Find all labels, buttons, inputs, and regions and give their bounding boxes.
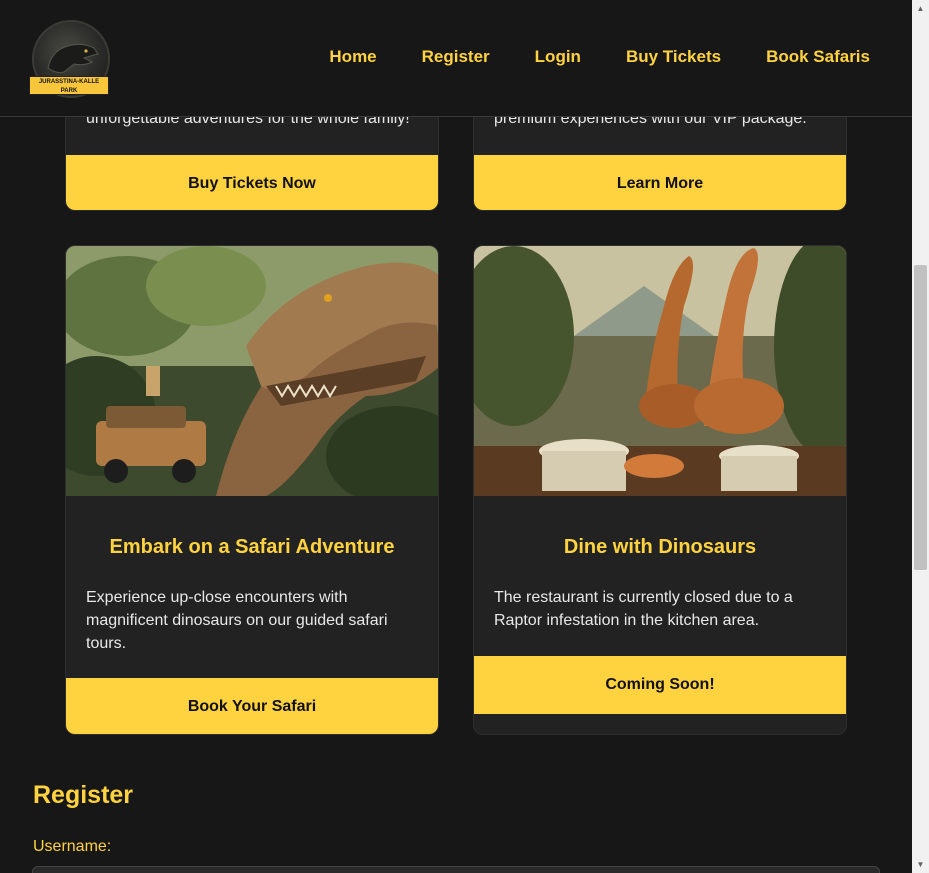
safari-image	[66, 246, 438, 496]
register-section-title: Register	[33, 781, 134, 809]
park-logo[interactable]: JURASSTINA-KALLE PARK	[29, 20, 110, 98]
scroll-up-arrow-icon[interactable]: ▲	[912, 0, 929, 17]
safari-card: Embark on a Safari Adventure Experience …	[65, 245, 439, 735]
card-description: Experience up-close encounters with magn…	[86, 589, 388, 652]
dining-card: Dine with Dinosaurs The restaurant is cu…	[473, 245, 847, 735]
page-scrollbar[interactable]: ▲ ▼	[912, 0, 929, 873]
card-title: Embark on a Safari Adventure	[109, 536, 395, 558]
scrollbar-thumb[interactable]	[914, 265, 927, 570]
card-title: Dine with Dinosaurs	[563, 536, 757, 558]
learn-more-button[interactable]: Learn More	[474, 155, 846, 210]
nav-book-safaris[interactable]: Book Safaris	[766, 47, 870, 67]
book-your-safari-button[interactable]: Book Your Safari	[66, 678, 438, 734]
logo-banner: JURASSTINA-KALLE PARK	[29, 76, 109, 95]
card-description: The restaurant is currently closed due t…	[494, 589, 793, 629]
main-nav: Home Register Login Buy Tickets Book Saf…	[284, 47, 870, 67]
nav-login[interactable]: Login	[535, 47, 581, 67]
nav-register[interactable]: Register	[422, 47, 490, 67]
site-header: JURASSTINA-KALLE PARK Home Register Logi…	[0, 0, 912, 117]
nav-home[interactable]: Home	[329, 47, 376, 67]
page: JURASSTINA-KALLE PARK Home Register Logi…	[0, 0, 912, 873]
buy-tickets-now-button[interactable]: Buy Tickets Now	[66, 155, 438, 210]
restaurant-image	[474, 246, 846, 496]
username-field[interactable]	[32, 866, 880, 873]
coming-soon-button[interactable]: Coming Soon!	[474, 656, 846, 714]
nav-buy-tickets[interactable]: Buy Tickets	[626, 47, 721, 67]
username-label: Username:	[33, 838, 112, 855]
scroll-down-arrow-icon[interactable]: ▼	[912, 856, 929, 873]
